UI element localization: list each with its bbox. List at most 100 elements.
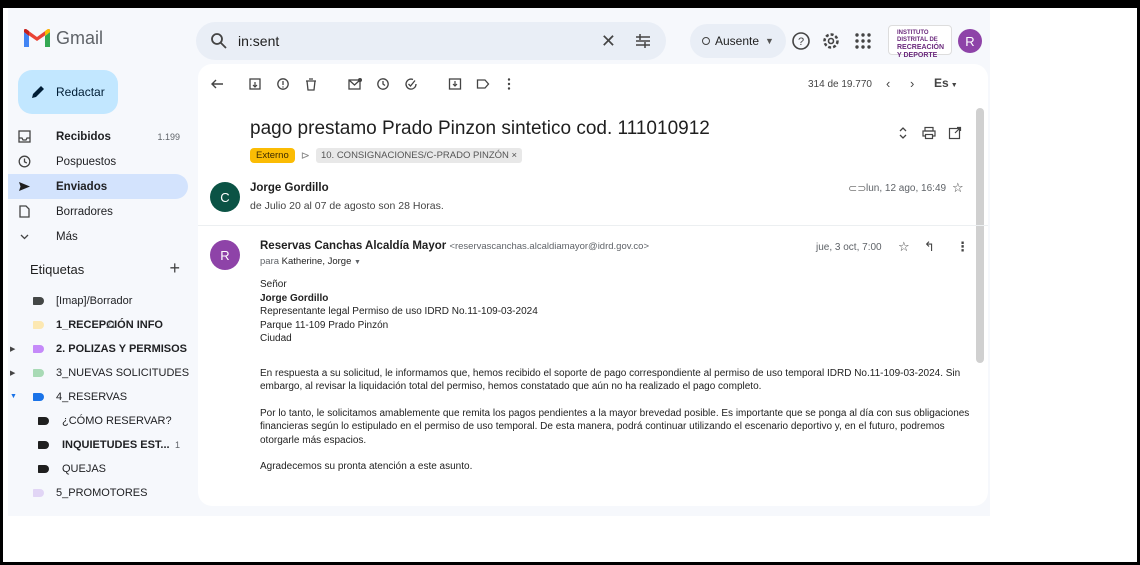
search-input[interactable]: in:sent <box>238 33 601 49</box>
body-line: Representante legal Permiso de uso IDRD … <box>260 306 538 317</box>
label-item[interactable]: ▶ 3_NUEVAS SOLICITUDES <box>8 362 190 386</box>
message-body: Señor Jorge Gordillo Representante legal… <box>260 278 972 487</box>
labels-header: Etiquetas + <box>30 258 180 279</box>
body-line: Señor <box>260 279 287 290</box>
sidebar-item-drafts[interactable]: Borradores <box>8 199 188 224</box>
gmail-logo[interactable]: Gmail <box>24 28 103 49</box>
body-line: Jorge Gordillo <box>260 292 329 304</box>
search-icon[interactable] <box>210 32 228 50</box>
collapsed-message[interactable]: C Jorge Gordillo de Julio 20 al 07 de ag… <box>198 176 988 226</box>
label-item[interactable]: 5_PROMOTORES <box>8 482 188 506</box>
label-tag-icon <box>33 369 44 377</box>
label-name: 3_NUEVAS SOLICITUDES <box>56 367 190 379</box>
sidebar-item-inbox[interactable]: Recibidos 1.199 <box>8 124 188 149</box>
expand-all-icon[interactable] <box>896 126 910 140</box>
collapse-arrow-icon[interactable]: ▼ <box>10 393 17 400</box>
message-more-icon[interactable]: ⋮ <box>956 239 969 255</box>
body-paragraph: Agradecemos su pronta atención a este as… <box>260 461 473 472</box>
mark-unread-icon[interactable] <box>348 77 362 91</box>
sender-name: Reservas Canchas Alcaldía Mayor <box>260 240 447 252</box>
body-line: Ciudad <box>260 333 292 344</box>
print-icon[interactable] <box>922 126 936 140</box>
thread-subject: pago prestamo Prado Pinzon sintetico cod… <box>250 118 710 139</box>
label-tag-icon <box>33 321 44 329</box>
draft-icon <box>19 205 30 218</box>
previous-icon[interactable]: ‹ <box>886 76 890 91</box>
recipient-details-caret-icon[interactable]: ▼ <box>354 259 361 266</box>
pencil-icon <box>32 86 44 98</box>
apps-grid-icon[interactable] <box>852 30 874 52</box>
reply-icon[interactable]: ↰ <box>924 239 935 255</box>
delete-icon[interactable] <box>304 77 318 91</box>
org-line-2: RECREACIÓN <box>897 44 945 51</box>
message-date: lun, 12 ago, 16:49 <box>866 183 947 194</box>
label-icon[interactable] <box>476 77 490 91</box>
expand-arrow-icon[interactable]: ▶ <box>10 345 15 353</box>
open-new-window-icon[interactable] <box>948 126 962 140</box>
label-tag-icon <box>33 297 44 305</box>
recipients-prefix: para <box>260 256 280 267</box>
label-name: 4_RESERVAS <box>56 391 128 403</box>
svg-text:?: ? <box>798 36 804 48</box>
clock-icon <box>18 155 31 168</box>
thread-label-chip[interactable]: 10. CONSIGNACIONES/C-PRADO PINZÓN × <box>315 148 523 163</box>
gmail-m-icon <box>24 28 50 47</box>
label-name: [Imap]/Borrador <box>56 295 133 307</box>
label-count: 21 <box>105 320 116 330</box>
search-bar[interactable]: in:sent ✕ <box>196 22 666 60</box>
help-icon[interactable]: ? <box>790 30 812 52</box>
app-name: Gmail <box>56 28 104 48</box>
sender-block: Reservas Canchas Alcaldía Mayor <reserva… <box>260 240 649 252</box>
label-item[interactable]: ▼ 4_RESERVAS <box>8 386 188 410</box>
label-item[interactable]: INQUIETUDES EST... 1 <box>8 434 188 458</box>
sidebar-item-label: Enviados <box>56 180 108 193</box>
reading-pane: 314 de 19.770 ‹ › Es ▼ pago prestamo Prad… <box>198 64 988 506</box>
label-tag-icon <box>33 489 44 497</box>
thread-label-text: 10. CONSIGNACIONES/C-PRADO PINZÓN <box>320 150 509 161</box>
sidebar-item-more[interactable]: Más <box>8 224 188 249</box>
recipients[interactable]: para Katherine, Jorge ▼ <box>260 256 361 267</box>
caret-down-icon: ▼ <box>950 82 958 89</box>
label-name: ¿CÓMO RESERVAR? <box>62 415 172 427</box>
star-icon[interactable]: ☆ <box>952 180 964 196</box>
language-selector[interactable]: Es ▼ <box>934 76 958 90</box>
back-arrow-icon[interactable] <box>210 77 224 91</box>
organization-logo[interactable]: INSTITUTO DISTRITAL DE RECREACIÓN Y DEPO… <box>888 25 952 59</box>
more-options-icon[interactable] <box>502 77 516 91</box>
label-count: 1 <box>174 440 180 450</box>
sidebar-item-sent[interactable]: Enviados <box>8 174 188 199</box>
label-item[interactable]: ▶ 2. POLIZAS Y PERMISOS <box>8 338 188 362</box>
label-item[interactable]: 1_RECEPCIÓN INFO 21 <box>8 314 188 338</box>
clear-search-icon[interactable]: ✕ <box>601 31 616 52</box>
expanded-message: R Reservas Canchas Alcaldía Mayor <reser… <box>198 234 988 506</box>
sidebar-nav: Recibidos 1.199 Pospuestos Enviados Borr… <box>8 124 188 249</box>
label-tag-icon <box>33 393 44 401</box>
report-spam-icon[interactable] <box>276 77 290 91</box>
sidebar-item-label: Recibidos <box>56 130 111 143</box>
sender-avatar: R <box>210 240 240 270</box>
importance-marker-icon[interactable]: ⊳ <box>301 149 310 162</box>
compose-button[interactable]: Redactar <box>18 70 118 114</box>
label-item[interactable]: ¿CÓMO RESERVAR? <box>8 410 188 434</box>
snooze-clock-icon[interactable] <box>376 77 390 91</box>
search-options-icon[interactable] <box>634 32 652 50</box>
message-date: jue, 3 oct, 7:00 <box>816 242 882 253</box>
account-avatar[interactable]: R <box>958 29 982 53</box>
archive-icon[interactable] <box>248 77 262 91</box>
move-to-icon[interactable] <box>448 77 462 91</box>
settings-gear-icon[interactable] <box>820 30 842 52</box>
label-item[interactable]: QUEJAS <box>8 458 188 482</box>
add-task-icon[interactable] <box>404 77 418 91</box>
expand-arrow-icon[interactable]: ▶ <box>10 369 15 377</box>
status-label: Ausente <box>715 34 760 48</box>
external-badge: Externo <box>250 148 295 163</box>
star-icon[interactable]: ☆ <box>898 239 910 255</box>
add-label-icon[interactable]: + <box>169 258 180 279</box>
label-item[interactable]: [Imap]/Borrador <box>8 290 188 314</box>
sidebar-item-snoozed[interactable]: Pospuestos <box>8 149 188 174</box>
chevron-down-icon <box>20 234 29 240</box>
next-icon[interactable]: › <box>910 76 914 91</box>
label-tag-icon <box>38 417 49 425</box>
remove-label-icon[interactable]: × <box>512 150 518 161</box>
status-selector[interactable]: Ausente ▼ <box>690 24 786 58</box>
